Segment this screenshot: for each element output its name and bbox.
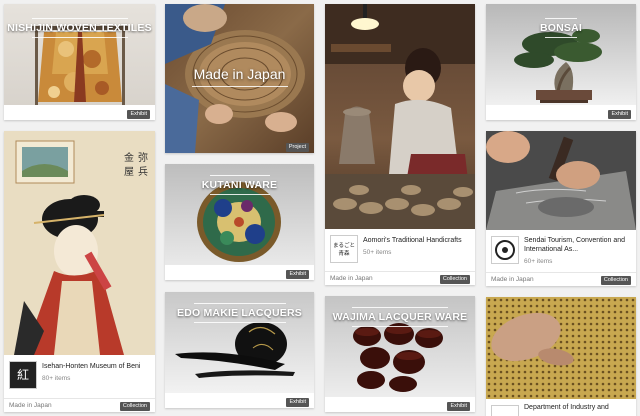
title-rule [352, 307, 448, 308]
svg-text:金: 金 [124, 151, 134, 164]
beni-logo-thumb: 紅 [9, 361, 37, 389]
exhibit-badge: Exhibit [447, 402, 470, 411]
card-beni-museum[interactable]: 金 屋 弥 兵 紅 Isehan-Honten Museum of Beni 8… [4, 131, 155, 412]
exhibit-badge: Exhibit [286, 398, 309, 407]
kutani-title: KUTANI WARE [165, 172, 314, 198]
aomori-info: まるごと青森 Aomori's Traditional Handicrafts … [325, 231, 475, 269]
svg-text:兵: 兵 [138, 165, 148, 178]
aomori-provider-name[interactable]: Aomori's Traditional Handicrafts [363, 237, 462, 244]
project-badge: Project [285, 143, 309, 152]
sendai-info: Sendai Tourism, Convention and Internati… [486, 232, 636, 270]
card-dept-industry[interactable]: Department of Industry and [486, 297, 636, 416]
card-aomori[interactable]: まるごと青森 Aomori's Traditional Handicrafts … [325, 4, 475, 285]
title-rule [193, 303, 286, 304]
beni-logo-text: 紅 [16, 368, 29, 382]
aomori-item-count: 50+ items [363, 249, 392, 256]
svg-text:屋: 屋 [124, 166, 134, 178]
card-made-in-japan[interactable]: Made in Japan Project [165, 4, 314, 153]
card-kutani-ware[interactable]: KUTANI WARE Exhibit [165, 164, 314, 280]
card-nishijin[interactable]: NISHIJIN WOVEN TEXTILES Exhibit [4, 4, 155, 120]
card-bonsai[interactable]: BONSAI Exhibit [486, 4, 636, 120]
card-edo-makie[interactable]: EDO MAKIE LACQUERS Exhibit [165, 292, 314, 408]
pottery-image [325, 4, 475, 229]
made-in-japan-title-text: Made in Japan [193, 66, 286, 82]
title-rule [545, 37, 577, 38]
woven-metal-image [486, 297, 636, 399]
dept-provider-name[interactable]: Department of Industry and [524, 404, 609, 411]
title-rule [31, 37, 128, 38]
collection-badge: Collection [600, 276, 631, 285]
exhibit-badge: Exhibit [127, 110, 150, 119]
beni-item-count: 80+ items [42, 375, 71, 382]
collection-grid: NISHIJIN WOVEN TEXTILES Exhibit 金 屋 弥 兵 [0, 0, 640, 416]
nishijin-title: NISHIJIN WOVEN TEXTILES [4, 15, 155, 41]
beni-footer: Made in Japan Collection [4, 398, 155, 412]
aomori-logo-text: まるごと青森 [332, 243, 355, 257]
title-rule [31, 18, 128, 19]
dept-logo-thumb [491, 405, 519, 416]
sendai-location[interactable]: Made in Japan [491, 276, 534, 283]
collection-badge: Collection [119, 402, 150, 411]
nishijin-title-text: NISHIJIN WOVEN TEXTILES [7, 22, 152, 34]
made-in-japan-title: Made in Japan [165, 66, 314, 87]
metalwork-image [486, 131, 636, 230]
kutani-title-text: KUTANI WARE [201, 179, 278, 191]
title-rule [209, 175, 270, 176]
bonsai-title-text: BONSAI [539, 22, 583, 34]
beni-location[interactable]: Made in Japan [9, 402, 52, 409]
wajima-title: WAJIMA LACQUER WARE [325, 304, 475, 330]
beni-info: 紅 Isehan-Honten Museum of Beni 80+ items [4, 357, 155, 395]
wajima-title-text: WAJIMA LACQUER WARE [332, 311, 468, 323]
title-rule [193, 322, 286, 323]
title-rule [545, 18, 577, 19]
dept-info: Department of Industry and [486, 401, 636, 416]
aomori-logo-thumb: まるごと青森 [330, 235, 358, 263]
title-rule [209, 194, 270, 195]
sendai-provider-name[interactable]: Sendai Tourism, Convention and Internati… [524, 236, 630, 254]
sendai-logo-icon [495, 240, 515, 260]
collection-badge: Collection [439, 275, 470, 284]
aomori-location[interactable]: Made in Japan [330, 275, 373, 282]
title-rule [191, 86, 288, 87]
exhibit-badge: Exhibit [286, 270, 309, 279]
exhibit-badge: Exhibit [608, 110, 631, 119]
card-sendai[interactable]: Sendai Tourism, Convention and Internati… [486, 131, 636, 286]
edo-title: EDO MAKIE LACQUERS [165, 300, 314, 326]
card-wajima-lacquer[interactable]: WAJIMA LACQUER WARE Exhibit [325, 296, 475, 412]
sendai-item-count: 60+ items [524, 258, 553, 265]
svg-text:弥: 弥 [138, 151, 148, 164]
edo-title-text: EDO MAKIE LACQUERS [177, 307, 302, 319]
bonsai-title: BONSAI [486, 15, 636, 41]
sendai-footer: Made in Japan Collection [486, 272, 636, 286]
aomori-footer: Made in Japan Collection [325, 271, 475, 285]
ukiyoe-image: 金 屋 弥 兵 [4, 131, 155, 355]
beni-provider-name[interactable]: Isehan-Honten Museum of Beni [42, 363, 140, 370]
title-rule [352, 326, 448, 327]
sendai-logo-thumb [491, 236, 519, 264]
